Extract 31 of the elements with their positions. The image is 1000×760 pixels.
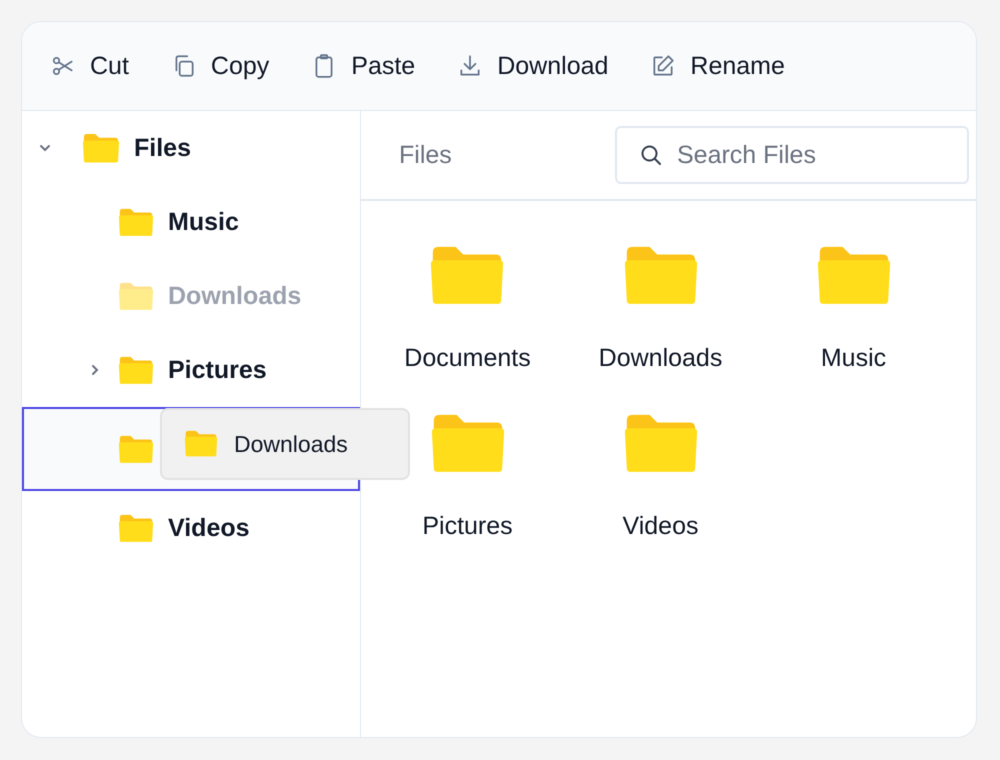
tree-item[interactable]: Pictures <box>22 333 360 407</box>
folder-tile[interactable]: Downloads <box>598 245 722 373</box>
folder-icon <box>118 434 154 464</box>
folder-icon <box>622 245 698 306</box>
folder-icon <box>118 514 154 542</box>
folder-tile[interactable]: Pictures <box>422 412 513 541</box>
folder-icon <box>118 356 154 384</box>
folder-icon <box>816 245 892 306</box>
paste-button[interactable]: Paste <box>303 46 424 86</box>
tree-item[interactable]: Files <box>22 111 360 185</box>
rename-button[interactable]: Rename <box>642 46 793 86</box>
copy-button[interactable]: Copy <box>162 46 278 86</box>
folder-icon <box>118 282 154 310</box>
folder-tile[interactable]: Music <box>816 245 892 373</box>
tree-item[interactable]: Videos <box>22 491 360 565</box>
folder-tile[interactable]: Documents <box>404 245 531 373</box>
folder-icon <box>429 245 506 306</box>
cut-button[interactable]: Cut <box>42 46 137 86</box>
folder-icon <box>184 430 218 458</box>
search-icon <box>639 143 663 167</box>
folder-tile[interactable]: Videos <box>622 412 698 541</box>
download-button[interactable]: Download <box>449 46 616 86</box>
tree-item[interactable]: Music <box>22 185 360 259</box>
folder-icon <box>622 412 698 474</box>
folder-icon <box>430 412 506 474</box>
folder-icon <box>118 208 154 236</box>
breadcrumb[interactable]: Files <box>399 140 452 170</box>
search-input[interactable]: Search Files <box>675 140 939 170</box>
search-field[interactable]: Search Files <box>615 126 969 184</box>
drag-preview-tooltip: Downloads <box>160 408 410 480</box>
folder-icon <box>82 132 120 164</box>
